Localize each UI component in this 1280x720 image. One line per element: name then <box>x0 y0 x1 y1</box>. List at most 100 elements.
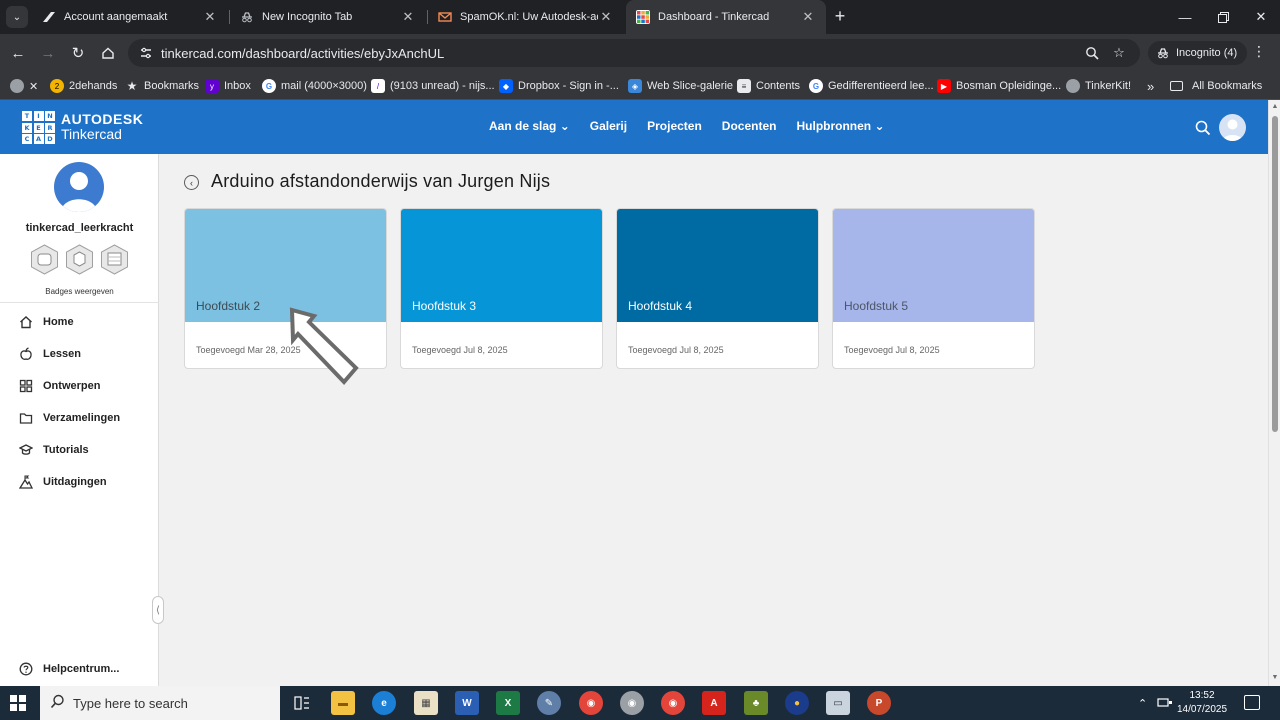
incognito-indicator[interactable]: Incognito (4) <box>1148 41 1248 65</box>
scroll-thumb[interactable] <box>1272 116 1278 432</box>
lesson-card[interactable]: Hoofdstuk 4 Toegevoegd Jul 8, 2025 <box>616 208 819 369</box>
chrome-profile-icon[interactable]: ◉ <box>661 691 685 715</box>
browser-toolbar: ← → ↻ tinkercad.com/dashboard/activities… <box>0 34 1280 72</box>
sidebar-item-ontwerpen[interactable]: Ontwerpen <box>18 376 100 396</box>
browser-tab-active[interactable]: Dashboard - Tinkercad ✕ <box>626 0 826 34</box>
notifications-icon[interactable] <box>1244 695 1260 710</box>
browser-tab[interactable]: New Incognito Tab ✕ <box>230 0 426 34</box>
address-bar[interactable]: tinkercad.com/dashboard/activities/ebyJx… <box>128 39 1140 67</box>
forward-arrow-icon[interactable]: → <box>36 41 60 65</box>
sidebar-item-home[interactable]: Home <box>18 312 74 332</box>
acrobat-icon[interactable]: A <box>702 691 726 715</box>
tinkercad-logo[interactable]: TIN KER CAD <box>22 111 55 144</box>
sidebar-item-uitdagingen[interactable]: Uitdagingen <box>18 472 107 492</box>
network-icon[interactable] <box>1157 686 1173 720</box>
excel-icon[interactable]: X <box>496 691 520 715</box>
chrome-icon[interactable]: ◉ <box>579 691 603 715</box>
bookmark-item[interactable]: G Gedifferentieerd lee... <box>809 77 934 95</box>
scroll-up-icon[interactable]: ▲ <box>1271 103 1279 110</box>
chrome-incognito-icon[interactable]: ◉ <box>612 686 652 720</box>
windows-start-icon[interactable] <box>10 695 26 711</box>
nav-docenten[interactable]: Docenten <box>712 119 787 133</box>
bookmark-item[interactable]: ≡ Contents <box>737 77 800 95</box>
close-tab-icon[interactable]: ✕ <box>202 9 218 25</box>
bookmark-item[interactable]: G mail (4000×3000) <box>262 77 367 95</box>
system-clock[interactable]: 13:52 14/07/2025 <box>1176 689 1228 717</box>
file-explorer-icon[interactable]: ▬ <box>331 691 355 715</box>
close-tab-icon[interactable]: ✕ <box>800 9 816 25</box>
close-tab-icon[interactable]: ✕ <box>598 9 614 25</box>
back-button[interactable]: ‹ <box>184 175 199 190</box>
lesson-card[interactable]: Hoofdstuk 3 Toegevoegd Jul 8, 2025 <box>400 208 603 369</box>
brand-top: AUTODESK <box>61 111 144 127</box>
sidebar-item-tutorials[interactable]: Tutorials <box>18 440 89 460</box>
task-view-icon[interactable] <box>290 691 314 715</box>
bookmark-item[interactable]: ▶ Bosman Opleidinge... <box>937 77 1061 95</box>
bookmark-item[interactable]: y Inbox <box>205 77 251 95</box>
zoom-icon[interactable] <box>1083 44 1101 62</box>
home-icon[interactable] <box>96 41 120 65</box>
badge-design-icon[interactable] <box>30 244 59 275</box>
nav-projecten[interactable]: Projecten <box>637 119 712 133</box>
bookmark-item[interactable]: TinkerKit! <box>1066 77 1131 95</box>
collapse-sidebar-button[interactable]: ⟨ <box>152 596 164 624</box>
page-scrollbar[interactable]: ▲ ▼ <box>1268 100 1280 686</box>
browser-menu-icon[interactable]: ⋮ <box>1252 43 1266 60</box>
badge-circuit-icon[interactable] <box>65 244 94 275</box>
lesson-card[interactable]: Hoofdstuk 5 Toegevoegd Jul 8, 2025 <box>832 208 1035 369</box>
badge-code-icon[interactable] <box>100 244 129 275</box>
scroll-down-icon[interactable]: ▼ <box>1271 674 1279 681</box>
monitor-app-icon[interactable]: ▭ <box>826 691 850 715</box>
bookmark-star-icon[interactable]: ☆ <box>1110 44 1128 62</box>
edge-icon[interactable]: e <box>372 691 396 715</box>
username[interactable]: tinkercad_leerkracht <box>0 222 159 234</box>
bookmark-item[interactable]: ★ Bookmarks <box>125 77 199 95</box>
game-icon[interactable]: ♣ <box>744 691 768 715</box>
badges-link[interactable]: Badges weergeven <box>0 287 159 296</box>
profile-avatar[interactable] <box>54 162 104 212</box>
maximize-window-icon[interactable] <box>1204 0 1242 34</box>
bookmark-item[interactable]: 2 2dehands <box>50 77 117 95</box>
sidebar-item-verzamelingen[interactable]: Verzamelingen <box>18 408 120 428</box>
nav-aan-de-slag[interactable]: Aan de slag ⌄ <box>479 119 580 133</box>
taskbar-search[interactable]: Type here to search <box>40 686 280 720</box>
nav-hulpbronnen[interactable]: Hulpbronnen ⌄ <box>786 119 894 133</box>
sidebar: tinkercad_leerkracht Badges weergeven Ho… <box>0 154 159 686</box>
paint-icon[interactable]: ✎ <box>537 691 561 715</box>
show-hidden-icons[interactable]: ⌃ <box>1138 686 1147 720</box>
brand-name[interactable]: AUTODESK Tinkercad <box>61 112 143 142</box>
calculator-icon[interactable]: ▦ <box>414 691 438 715</box>
close-window-icon[interactable]: ✕ <box>1242 0 1280 34</box>
browser-tab[interactable]: Account aangemaakt ✕ <box>32 0 228 34</box>
bookmark-apps-icon[interactable]: ✕ <box>10 77 38 95</box>
minimize-window-icon[interactable]: — <box>1166 0 1204 34</box>
sidebar-item-lessen[interactable]: Lessen <box>18 344 81 364</box>
browser-tab[interactable]: SpamOK.nl: Uw Autodesk-acco ✕ <box>428 0 624 34</box>
bookmark-item[interactable]: ◈ Web Slice-galerie <box>628 77 733 95</box>
reload-icon[interactable]: ↻ <box>66 41 90 65</box>
tab-search-button[interactable]: ⌄ <box>6 6 28 28</box>
card-title[interactable]: Hoofdstuk 2 <box>196 299 260 313</box>
home-icon <box>18 314 34 330</box>
url-text[interactable]: tinkercad.com/dashboard/activities/ebyJx… <box>161 46 444 61</box>
back-arrow-icon[interactable]: ← <box>6 41 30 65</box>
powerpoint-icon[interactable]: P <box>867 691 891 715</box>
user-avatar[interactable] <box>1219 114 1246 141</box>
bookmarks-overflow-button[interactable]: » <box>1147 77 1154 95</box>
new-tab-button[interactable]: + <box>830 6 850 26</box>
bookmark-item[interactable]: / (9103 unread) - nijs... <box>371 77 495 95</box>
card-title[interactable]: Hoofdstuk 3 <box>412 299 476 313</box>
card-title[interactable]: Hoofdstuk 4 <box>628 299 692 313</box>
search-icon[interactable] <box>1194 119 1212 137</box>
google-icon: G <box>262 79 276 93</box>
nav-galerij[interactable]: Galerij <box>580 119 637 133</box>
help-center-link[interactable]: Helpcentrum... <box>18 659 119 679</box>
close-tab-icon[interactable]: ✕ <box>400 9 416 25</box>
badges-row <box>30 244 129 275</box>
word-icon[interactable]: W <box>455 691 479 715</box>
site-info-icon[interactable] <box>138 45 154 61</box>
card-title[interactable]: Hoofdstuk 5 <box>844 299 908 313</box>
bookmark-item[interactable]: ◆ Dropbox - Sign in -... <box>499 77 619 95</box>
app-icon[interactable]: ● <box>785 691 809 715</box>
all-bookmarks-button[interactable]: All Bookmarks <box>1170 77 1262 95</box>
